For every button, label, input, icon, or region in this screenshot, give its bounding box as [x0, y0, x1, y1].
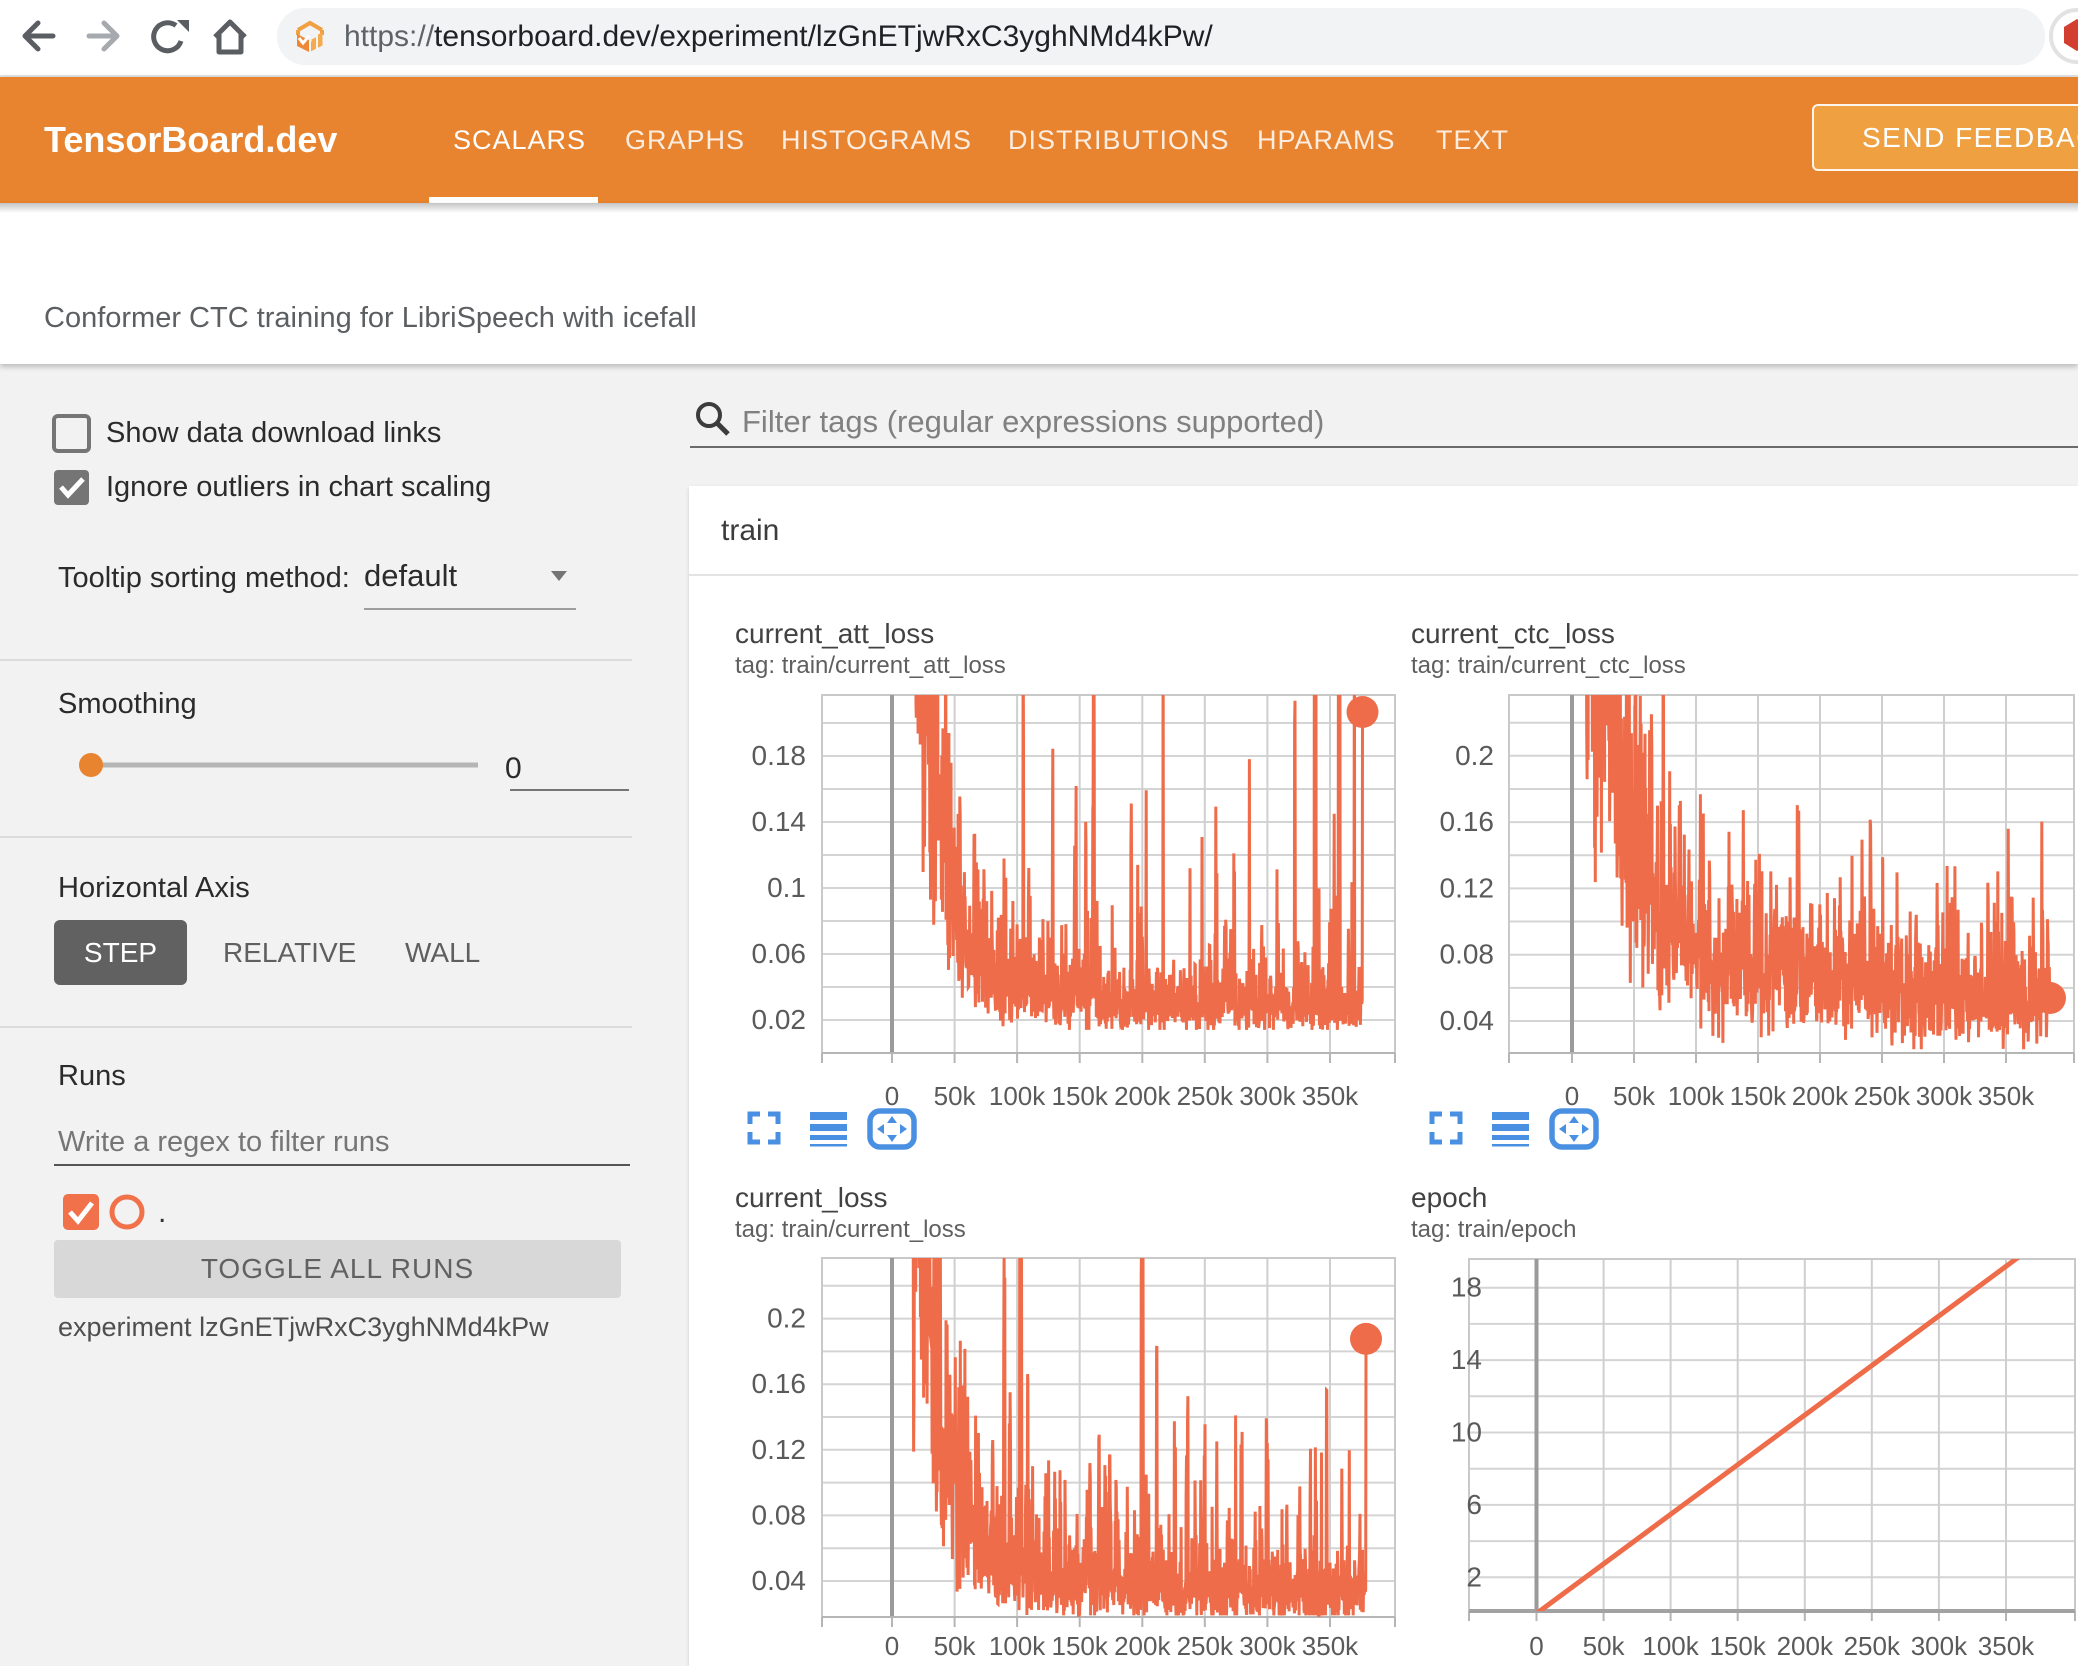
svg-text:150k: 150k: [1710, 1631, 1767, 1661]
svg-text:0.12: 0.12: [752, 1434, 807, 1465]
svg-text:14: 14: [1451, 1344, 1482, 1375]
svg-text:100k: 100k: [989, 1631, 1046, 1661]
svg-text:250k: 250k: [1177, 1631, 1234, 1661]
svg-text:0.08: 0.08: [1440, 939, 1495, 970]
svg-text:300k: 300k: [1239, 1631, 1296, 1661]
svg-text:250k: 250k: [1177, 1081, 1234, 1111]
svg-text:350k: 350k: [1978, 1631, 2035, 1661]
svg-text:100k: 100k: [989, 1081, 1046, 1111]
svg-text:250k: 250k: [1854, 1081, 1911, 1111]
svg-text:300k: 300k: [1916, 1081, 1973, 1111]
svg-text:200k: 200k: [1114, 1081, 1171, 1111]
svg-text:50k: 50k: [934, 1081, 977, 1111]
svg-text:100k: 100k: [1668, 1081, 1725, 1111]
svg-text:100k: 100k: [1642, 1631, 1699, 1661]
svg-text:0: 0: [1565, 1081, 1579, 1111]
svg-text:0.14: 0.14: [752, 806, 807, 837]
svg-text:350k: 350k: [1302, 1631, 1359, 1661]
svg-text:300k: 300k: [1911, 1631, 1968, 1661]
svg-text:0.12: 0.12: [1440, 872, 1495, 903]
svg-text:200k: 200k: [1777, 1631, 1834, 1661]
svg-text:0.06: 0.06: [752, 938, 807, 969]
svg-text:200k: 200k: [1792, 1081, 1849, 1111]
svg-text:150k: 150k: [1730, 1081, 1787, 1111]
svg-text:350k: 350k: [1978, 1081, 2035, 1111]
svg-text:150k: 150k: [1052, 1081, 1109, 1111]
svg-text:0.04: 0.04: [1440, 1005, 1495, 1036]
svg-text:150k: 150k: [1052, 1631, 1109, 1661]
svg-text:0.16: 0.16: [1440, 806, 1495, 837]
svg-text:0.2: 0.2: [1455, 740, 1494, 771]
svg-text:300k: 300k: [1239, 1081, 1296, 1111]
svg-text:10: 10: [1451, 1417, 1482, 1448]
svg-text:0.18: 0.18: [752, 740, 807, 771]
svg-text:200k: 200k: [1114, 1631, 1171, 1661]
svg-text:250k: 250k: [1844, 1631, 1901, 1661]
svg-text:50k: 50k: [1583, 1631, 1626, 1661]
svg-text:0.08: 0.08: [752, 1499, 807, 1530]
svg-text:0.16: 0.16: [752, 1368, 807, 1399]
svg-text:6: 6: [1466, 1489, 1482, 1520]
svg-text:0.1: 0.1: [767, 872, 806, 903]
svg-text:350k: 350k: [1302, 1081, 1359, 1111]
svg-text:0.02: 0.02: [752, 1004, 807, 1035]
svg-text:0.2: 0.2: [767, 1303, 806, 1334]
svg-text:0: 0: [885, 1081, 899, 1111]
svg-text:50k: 50k: [1613, 1081, 1656, 1111]
svg-text:0.04: 0.04: [752, 1565, 807, 1596]
svg-text:2: 2: [1466, 1561, 1482, 1592]
svg-text:0: 0: [1529, 1631, 1543, 1661]
svg-text:50k: 50k: [934, 1631, 977, 1661]
svg-text:18: 18: [1451, 1272, 1482, 1303]
svg-text:0: 0: [885, 1631, 899, 1661]
